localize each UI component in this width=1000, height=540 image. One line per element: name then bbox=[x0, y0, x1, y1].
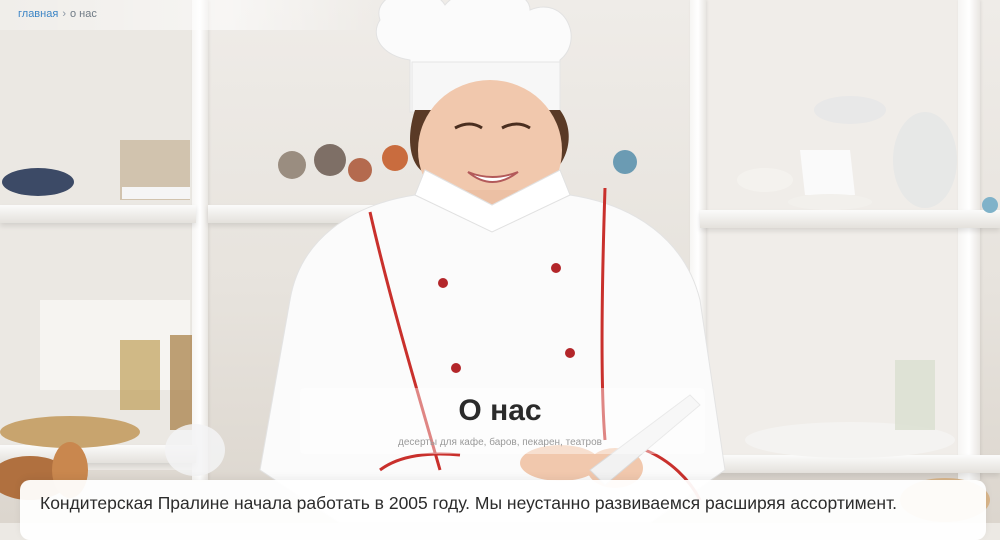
breadcrumb-home-link[interactable]: главная bbox=[18, 8, 58, 20]
page-title: О нас bbox=[458, 394, 542, 427]
page-subtitle: десерты для кафе, баров, пекарен, театро… bbox=[398, 437, 602, 448]
intro-text: Кондитерская Пралине начала работать в 2… bbox=[40, 493, 898, 513]
intro-card: Кондитерская Пралине начала работать в 2… bbox=[20, 480, 986, 540]
breadcrumb-separator: › bbox=[62, 8, 66, 20]
breadcrumb: главная › о нас bbox=[18, 8, 97, 20]
breadcrumb-current: о нас bbox=[69, 8, 97, 20]
